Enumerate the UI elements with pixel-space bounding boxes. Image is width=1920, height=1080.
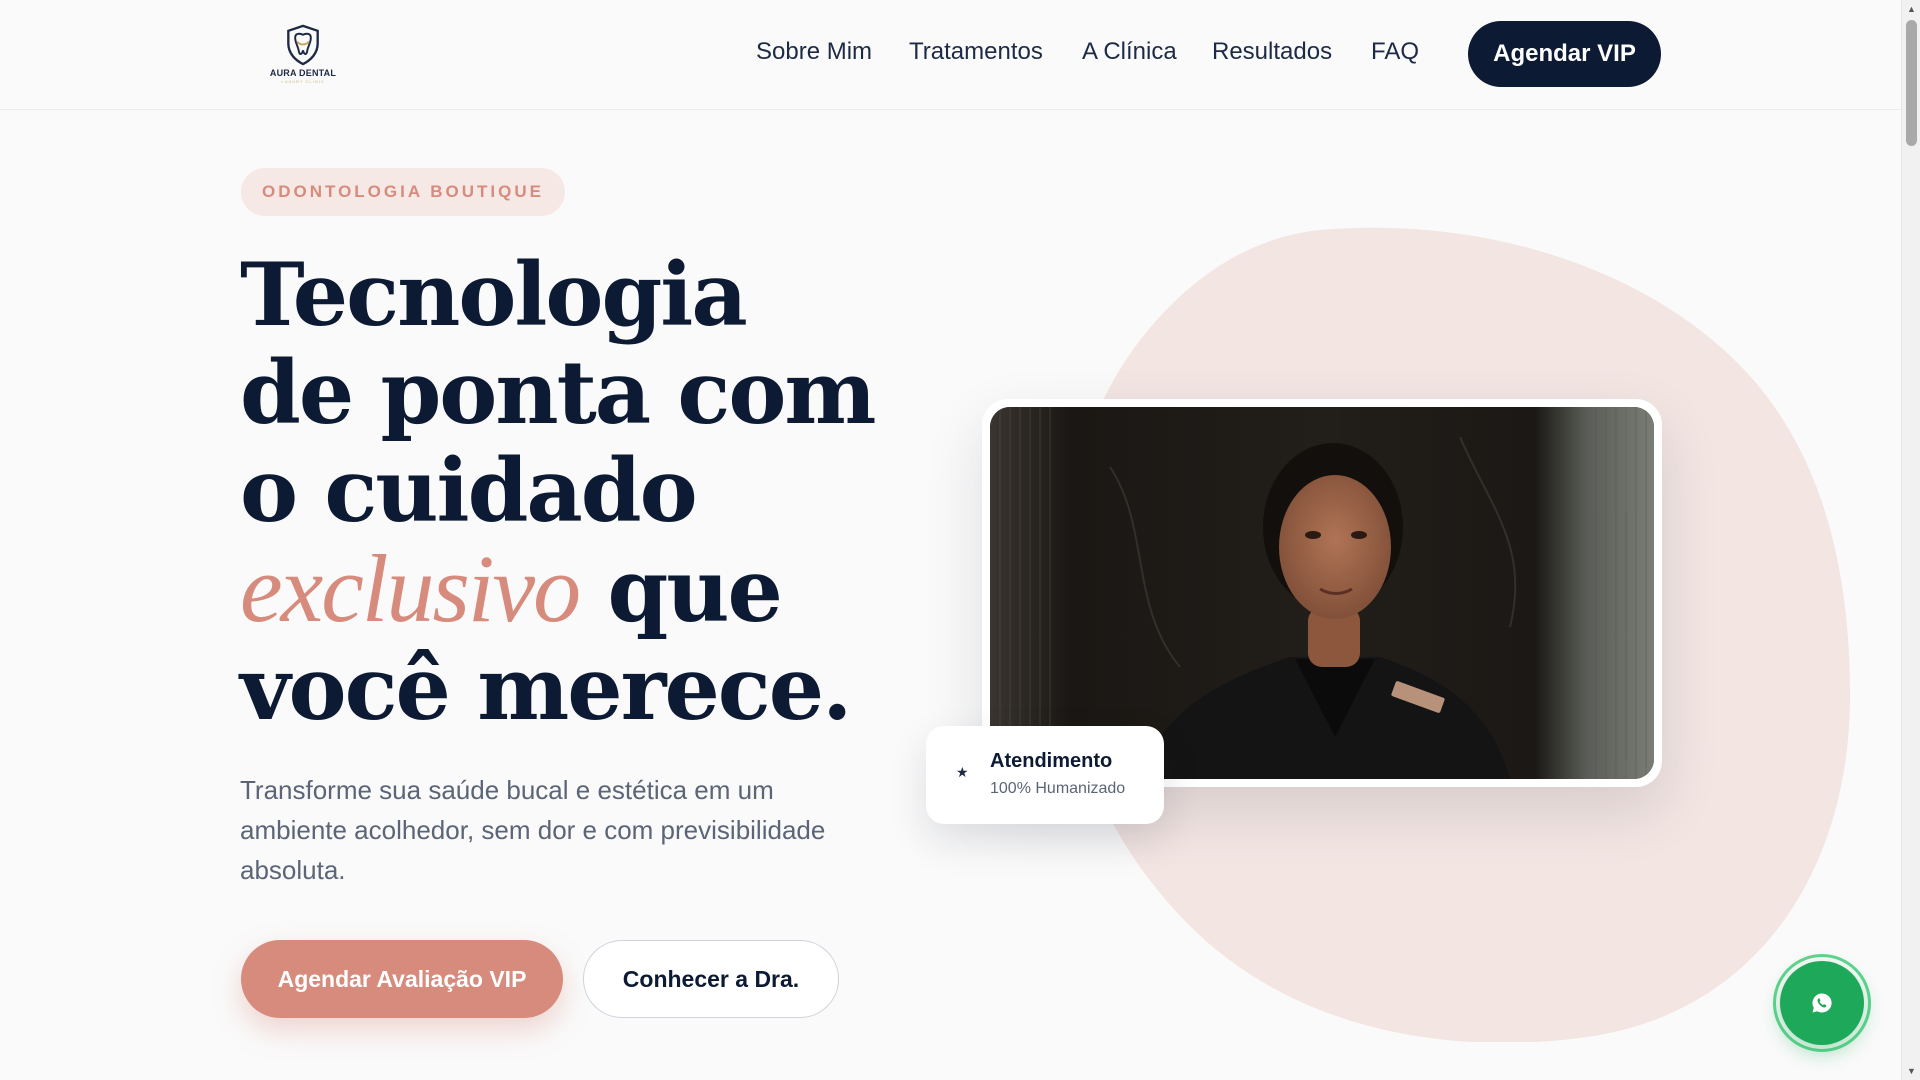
headline-line-4: exclusivo que (240, 540, 875, 640)
category-badge: ODONTOLOGIA BOUTIQUE (241, 168, 565, 216)
nav-link-sobre-mim[interactable]: Sobre Mim (756, 38, 872, 66)
headline-line-4-rest: que (607, 539, 782, 642)
headline-line-2: de ponta com (240, 341, 876, 444)
nav-link-faq[interactable]: FAQ (1371, 38, 1419, 66)
star-icon: ★ (956, 764, 969, 780)
scrollbar-thumb[interactable] (1906, 20, 1917, 146)
agendar-vip-button[interactable]: Agendar VIP (1468, 21, 1661, 87)
headline-accent-word: exclusivo (240, 535, 581, 642)
nav-link-tratamentos[interactable]: Tratamentos (909, 38, 1043, 66)
hero-headline: Tecnologia de ponta com o cuidado exclus… (240, 243, 876, 740)
page-scrollbar[interactable]: ▲ ▼ (1901, 0, 1920, 1080)
doctor-portrait-image (990, 407, 1654, 779)
nav-link-a-clinica[interactable]: A Clínica (1082, 38, 1177, 66)
brand-name: AURA DENTAL (269, 68, 337, 78)
doctor-photo (990, 407, 1654, 779)
conhecer-a-dra-button[interactable]: Conhecer a Dra. (583, 940, 839, 1018)
hero-subtitle: Transforme sua saúde bucal e estética em… (240, 775, 826, 885)
agendar-avaliacao-vip-button[interactable]: Agendar Avaliação VIP (241, 940, 563, 1018)
tooth-shield-logo-icon (287, 24, 319, 66)
scroll-down-arrow-icon[interactable]: ▼ (1902, 1062, 1920, 1080)
stat-card-atendimento: ★ Atendimento 100% Humanizado (926, 726, 1164, 824)
headline-line-3: o cuidado (240, 439, 698, 542)
whatsapp-button-inner[interactable] (1780, 961, 1864, 1045)
stat-title: Atendimento (990, 750, 1113, 772)
scroll-up-arrow-icon[interactable]: ▲ (1902, 0, 1920, 18)
stat-subtitle: 100% Humanizado (990, 780, 1126, 797)
site-header: AURA DENTAL LUXURY CLINIC Sobre Mim Trat… (0, 0, 1901, 110)
headline-line-1: Tecnologia (240, 243, 748, 346)
nav-link-resultados[interactable]: Resultados (1212, 38, 1332, 66)
brand-tagline: LUXURY CLINIC (281, 79, 325, 84)
whatsapp-button[interactable] (1773, 954, 1871, 1052)
headline-line-5: você merece. (240, 637, 852, 740)
brand-logo[interactable]: AURA DENTAL LUXURY CLINIC (268, 22, 338, 84)
whatsapp-icon (1812, 993, 1832, 1013)
